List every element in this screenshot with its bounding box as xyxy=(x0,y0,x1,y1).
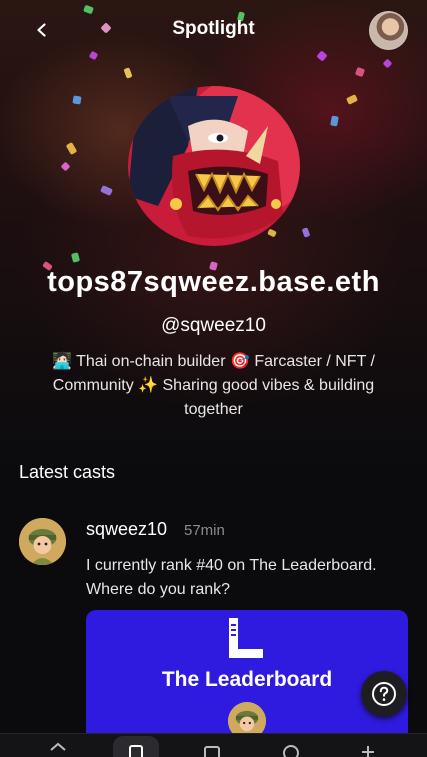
cast-text: I currently rank #40 on The Leaderboard.… xyxy=(86,557,377,598)
nav-add[interactable] xyxy=(348,740,388,757)
top-bar: Spotlight xyxy=(0,0,427,60)
nav-home[interactable] xyxy=(38,740,78,757)
home-icon xyxy=(50,742,66,751)
messages-icon xyxy=(204,746,220,757)
notifications-icon xyxy=(283,745,299,757)
help-button[interactable] xyxy=(361,671,407,717)
cast-author-avatar[interactable] xyxy=(19,518,66,565)
profile-avatar xyxy=(128,86,300,246)
embed-title: The Leaderboard xyxy=(161,668,333,691)
page-title: Spotlight xyxy=(172,18,255,39)
username: @sqweez10 xyxy=(161,315,266,336)
cast-author-name[interactable]: sqweez10 xyxy=(86,519,167,540)
section-title-latest-casts: Latest casts xyxy=(19,462,116,482)
profile-bio: 🧑🏻‍💻 Thai on-chain builder 🎯 Farcaster /… xyxy=(52,353,375,418)
nav-messages[interactable] xyxy=(192,740,232,757)
nav-explore[interactable] xyxy=(116,740,156,757)
question-circle-icon xyxy=(372,682,396,706)
cast-timestamp: 57min xyxy=(184,522,225,539)
add-icon xyxy=(362,746,374,757)
explore-icon xyxy=(129,745,143,757)
ens-name: tops87sqweez.base.eth xyxy=(47,266,380,298)
confetti-piece xyxy=(72,95,82,105)
account-avatar[interactable] xyxy=(369,11,408,50)
leaderboard-logo xyxy=(229,618,263,658)
bottom-nav xyxy=(0,733,427,757)
nav-notifications[interactable] xyxy=(271,740,311,757)
